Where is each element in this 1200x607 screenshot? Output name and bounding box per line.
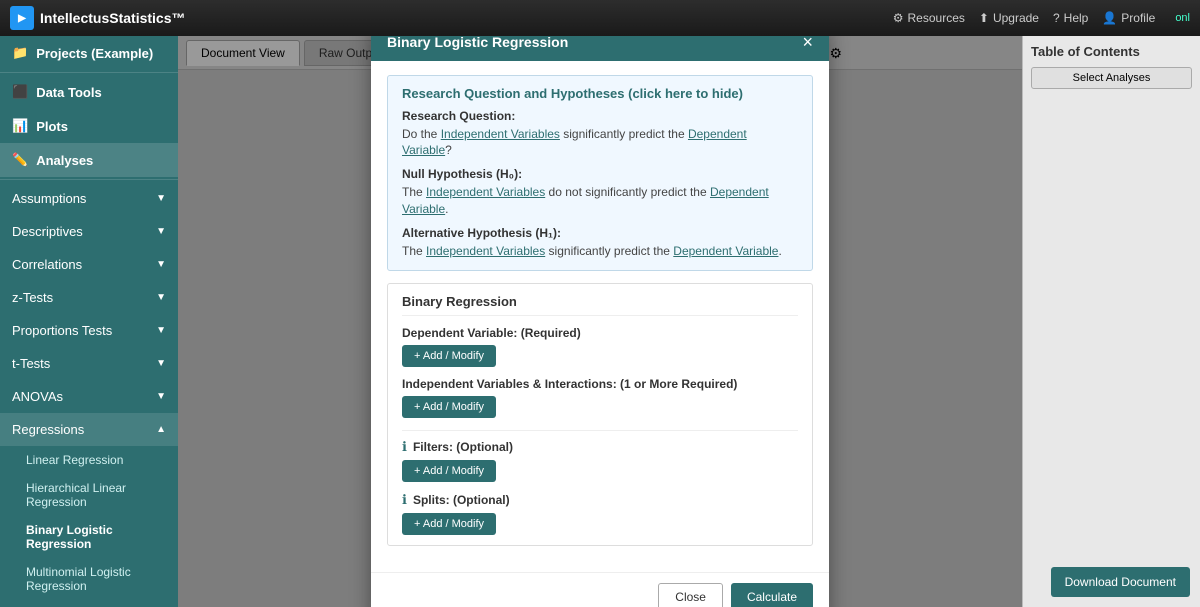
filters-row: ℹ Filters: (Optional) (402, 439, 798, 455)
right-panel: Table of Contents Select Analyses Downlo… (1022, 36, 1200, 607)
analyses-icon: ✏️ (12, 152, 28, 168)
divider (0, 179, 178, 180)
projects-icon: 📁 (12, 45, 28, 61)
sidebar-sub-ordinal[interactable]: Ordinal Logistic Regression (0, 600, 178, 607)
app-logo-icon: ▶ (10, 6, 34, 30)
independent-variable-label: Independent Variables & Interactions: (1… (402, 377, 798, 391)
sidebar-item-projects[interactable]: 📁 Projects (Example) (0, 36, 178, 70)
profile-btn[interactable]: 👤 Profile (1102, 11, 1155, 25)
modal-title: Binary Logistic Regression (387, 36, 568, 50)
modal-header: Binary Logistic Regression × (371, 36, 829, 61)
online-indicator: onl (1175, 12, 1190, 24)
chevron-down-icon: ▼ (156, 226, 166, 237)
modal-close-button[interactable]: × (802, 36, 813, 51)
modal-body: Research Question and Hypotheses (click … (371, 61, 829, 572)
hypothesis-toggle[interactable]: Research Question and Hypotheses (click … (402, 86, 798, 101)
sidebar-item-plots[interactable]: 📊 Plots (0, 109, 178, 143)
resources-icon: ⚙ (893, 11, 904, 25)
chevron-up-icon: ▲ (156, 424, 166, 435)
research-question-text: Do the Independent Variables significant… (402, 126, 798, 160)
sidebar-category-ttests[interactable]: t-Tests ▼ (0, 347, 178, 380)
splits-add-button[interactable]: + Add / Modify (402, 513, 496, 535)
resources-btn[interactable]: ⚙ Resources (893, 11, 965, 25)
chevron-down-icon: ▼ (156, 259, 166, 270)
sidebar-sub-hierarchical-regression[interactable]: Hierarchical Linear Regression (0, 474, 178, 516)
binary-regression-section: Binary Regression Dependent Variable: (R… (387, 283, 813, 546)
download-document-button[interactable]: Download Document (1051, 567, 1190, 597)
help-icon: ? (1053, 11, 1060, 25)
chevron-down-icon: ▼ (156, 325, 166, 336)
sidebar-item-analyses[interactable]: ✏️ Analyses (0, 143, 178, 177)
sidebar: 📁 Projects (Example) ⬛ Data Tools 📊 Plot… (0, 36, 178, 607)
chevron-down-icon: ▼ (156, 292, 166, 303)
plots-icon: 📊 (12, 118, 28, 134)
main-layout: 📁 Projects (Example) ⬛ Data Tools 📊 Plot… (0, 36, 1200, 607)
data-tools-icon: ⬛ (12, 84, 28, 100)
dependent-add-button[interactable]: + Add / Modify (402, 345, 496, 367)
sidebar-category-proportions[interactable]: Proportions Tests ▼ (0, 314, 178, 347)
hypothesis-section: Research Question and Hypotheses (click … (387, 75, 813, 271)
help-btn[interactable]: ? Help (1053, 11, 1088, 25)
sidebar-category-descriptives[interactable]: Descriptives ▼ (0, 215, 178, 248)
splits-row: ℹ Splits: (Optional) (402, 492, 798, 508)
sidebar-category-assumptions[interactable]: Assumptions ▼ (0, 182, 178, 215)
content-area: Document View Raw Output View Zoom Level… (178, 36, 1022, 607)
modal-footer: Close Calculate (371, 572, 829, 607)
close-button[interactable]: Close (658, 583, 723, 607)
null-iv-label: Independent Variables (426, 185, 545, 199)
sidebar-category-correlations[interactable]: Correlations ▼ (0, 248, 178, 281)
sidebar-sub-binary-logistic[interactable]: Binary Logistic Regression (0, 516, 178, 558)
alt-hypothesis-label: Alternative Hypothesis (H₁): (402, 226, 798, 240)
filters-label: Filters: (Optional) (413, 440, 513, 454)
chevron-down-icon: ▼ (156, 193, 166, 204)
filters-info-icon[interactable]: ℹ (402, 439, 407, 455)
alt-iv-label: Independent Variables (426, 244, 545, 258)
divider (0, 72, 178, 73)
nav-buttons: ⚙ Resources ⬆ Upgrade ? Help 👤 Profile o… (893, 11, 1190, 25)
chevron-down-icon: ▼ (156, 391, 166, 402)
upgrade-btn[interactable]: ⬆ Upgrade (979, 11, 1039, 25)
splits-info-icon[interactable]: ℹ (402, 492, 407, 508)
upgrade-icon: ⬆ (979, 11, 989, 25)
select-analyses-button[interactable]: Select Analyses (1031, 67, 1192, 89)
sidebar-category-anovas[interactable]: ANOVAs ▼ (0, 380, 178, 413)
rq-iv-label: Independent Variables (441, 127, 560, 141)
dependent-variable-label: Dependent Variable: (Required) (402, 326, 798, 340)
profile-icon: 👤 (1102, 11, 1117, 25)
modal-overlay: Binary Logistic Regression × Research Qu… (178, 36, 1022, 607)
null-hypothesis-label: Null Hypothesis (H₀): (402, 167, 798, 181)
binary-regression-title: Binary Regression (402, 294, 798, 316)
calculate-button[interactable]: Calculate (731, 583, 813, 607)
topbar: ▶ IntellectusStatistics™ ⚙ Resources ⬆ U… (0, 0, 1200, 36)
research-question-label: Research Question: (402, 109, 798, 123)
table-of-contents-title: Table of Contents (1031, 44, 1192, 59)
sidebar-category-ztests[interactable]: z-Tests ▼ (0, 281, 178, 314)
alt-hypothesis-text: The Independent Variables significantly … (402, 243, 798, 260)
sidebar-item-data-tools[interactable]: ⬛ Data Tools (0, 75, 178, 109)
sidebar-sub-linear-regression[interactable]: Linear Regression (0, 446, 178, 474)
sidebar-sub-multinomial[interactable]: Multinomial Logistic Regression (0, 558, 178, 600)
null-hypothesis-text: The Independent Variables do not signifi… (402, 184, 798, 218)
alt-dv-label: Dependent Variable (673, 244, 778, 258)
splits-label: Splits: (Optional) (413, 493, 510, 507)
independent-add-button[interactable]: + Add / Modify (402, 396, 496, 418)
filters-add-button[interactable]: + Add / Modify (402, 460, 496, 482)
sidebar-category-regressions[interactable]: Regressions ▲ (0, 413, 178, 446)
brand-name: IntellectusStatistics™ (40, 10, 186, 26)
modal-dialog: Binary Logistic Regression × Research Qu… (371, 36, 829, 607)
logo-area: ▶ IntellectusStatistics™ (10, 6, 186, 30)
chevron-down-icon: ▼ (156, 358, 166, 369)
